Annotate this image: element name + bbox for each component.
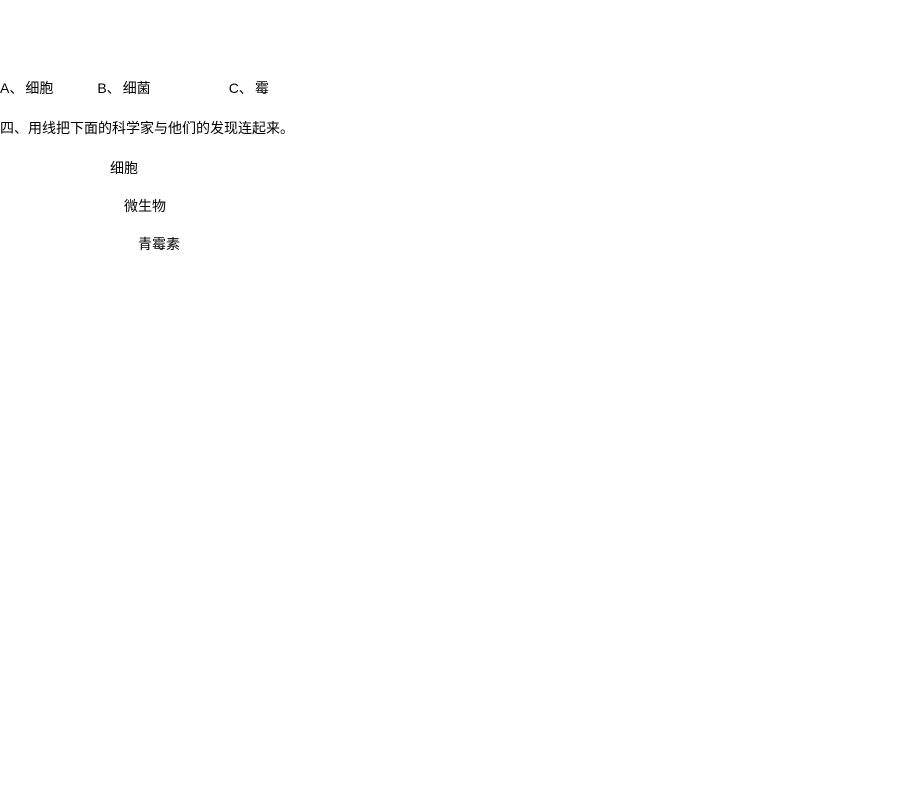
question-text: 用线把下面的科学家与他们的发现连起来。 [28,120,294,136]
options-row: A、细胞 B、细菌 C、霉 [0,78,920,98]
question-number: 四、 [0,120,28,136]
question-header: 四、用线把下面的科学家与他们的发现连起来。 [0,118,920,138]
option-b-text: 细菌 [123,80,151,96]
option-a-text: 细胞 [25,80,53,96]
matching-items: 细胞 微生物 青霉素 [110,158,920,254]
option-c-text: 霉 [255,80,269,96]
option-b: B、细菌 [97,78,150,98]
option-a-label: A、 [0,80,23,96]
matching-item-1: 细胞 [110,158,920,178]
matching-item-3: 青霉素 [138,234,920,254]
option-b-label: B、 [97,80,120,96]
option-a: A、细胞 [0,78,53,98]
option-c-label: C、 [229,80,253,96]
option-c: C、霉 [229,78,269,98]
matching-item-2: 微生物 [124,196,920,216]
